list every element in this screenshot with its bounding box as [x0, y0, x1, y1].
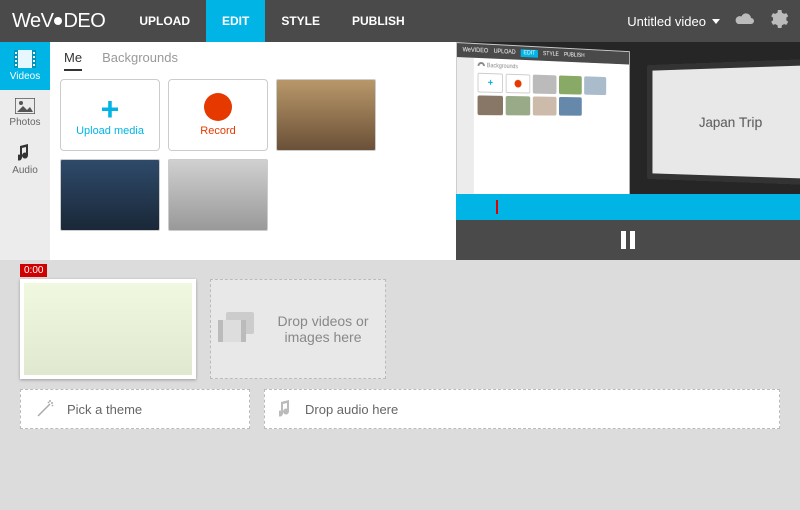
- media-thumbnail[interactable]: [60, 159, 160, 231]
- sidebar-item-videos[interactable]: Videos: [0, 42, 50, 90]
- sidebar-label: Photos: [9, 117, 40, 128]
- pick-theme-label: Pick a theme: [67, 402, 142, 417]
- video-track[interactable]: Drop videos or images here: [20, 279, 780, 379]
- preview-mock-app: WeVIDEO UPLOAD EDIT STYLE PUBLISH Backgr…: [456, 42, 630, 206]
- tab-upload[interactable]: UPLOAD: [123, 0, 206, 42]
- film-icon: [14, 50, 36, 68]
- player-controls: [456, 220, 800, 260]
- tab-edit[interactable]: EDIT: [206, 0, 265, 42]
- upload-media-button[interactable]: + Upload media: [60, 79, 160, 151]
- drop-video-label: Drop videos or images here: [268, 313, 378, 345]
- upload-label: Upload media: [76, 125, 144, 137]
- app-header: WeVDEO UPLOAD EDIT STYLE PUBLISH Untitle…: [0, 0, 800, 42]
- logo: WeVDEO: [12, 10, 105, 33]
- main-area: Videos Photos Audio Me Backgrounds + Upl…: [0, 42, 800, 260]
- sidebar-label: Audio: [12, 165, 38, 176]
- pause-icon: [630, 231, 635, 249]
- preview-title: Japan Trip: [699, 114, 762, 130]
- sidebar-item-audio[interactable]: Audio: [0, 136, 50, 184]
- sidebar-item-photos[interactable]: Photos: [0, 90, 50, 136]
- photo-icon: [15, 98, 35, 114]
- tab-publish[interactable]: PUBLISH: [336, 0, 421, 42]
- timeline: 0:00 Drop videos or images here Pick a t…: [0, 260, 800, 439]
- gear-icon[interactable]: [770, 10, 788, 33]
- sidebar-label: Videos: [10, 71, 40, 82]
- pick-theme-button[interactable]: Pick a theme: [20, 389, 250, 429]
- record-label: Record: [200, 125, 235, 137]
- pause-button[interactable]: [621, 231, 635, 249]
- wand-icon: [35, 399, 55, 419]
- media-thumbnail[interactable]: [276, 79, 376, 151]
- media-thumbnail[interactable]: [168, 159, 268, 231]
- record-button[interactable]: Record: [168, 79, 268, 151]
- media-grid: + Upload media Record: [60, 79, 446, 231]
- film-stack-icon: [218, 312, 258, 346]
- drop-audio-slot[interactable]: Drop audio here: [264, 389, 780, 429]
- tab-style[interactable]: STYLE: [265, 0, 336, 42]
- pause-icon: [621, 231, 626, 249]
- drop-video-slot[interactable]: Drop videos or images here: [210, 279, 386, 379]
- media-tabs: Me Backgrounds: [60, 50, 446, 71]
- mock-logo: WeVIDEO: [463, 47, 489, 54]
- cloud-icon[interactable]: [734, 11, 756, 32]
- note-icon: [279, 400, 293, 418]
- note-icon: [18, 144, 32, 162]
- chevron-down-icon: [712, 19, 720, 24]
- media-sidebar: Videos Photos Audio: [0, 42, 50, 260]
- time-marker: 0:00: [20, 264, 47, 277]
- project-name-label: Untitled video: [627, 14, 706, 29]
- record-icon: [204, 93, 232, 121]
- project-name-dropdown[interactable]: Untitled video: [627, 14, 720, 29]
- preview-panel: WeVIDEO UPLOAD EDIT STYLE PUBLISH Backgr…: [456, 42, 800, 260]
- media-tab-backgrounds[interactable]: Backgrounds: [102, 50, 178, 71]
- media-tab-me[interactable]: Me: [64, 50, 82, 71]
- media-panel: Me Backgrounds + Upload media Record: [50, 42, 456, 260]
- plus-icon: +: [101, 93, 120, 125]
- scrub-bar[interactable]: [456, 194, 800, 220]
- main-nav: UPLOAD EDIT STYLE PUBLISH: [123, 0, 420, 42]
- timeline-clip[interactable]: [20, 279, 196, 379]
- drop-audio-label: Drop audio here: [305, 402, 398, 417]
- preview-screen: Japan Trip: [647, 59, 800, 186]
